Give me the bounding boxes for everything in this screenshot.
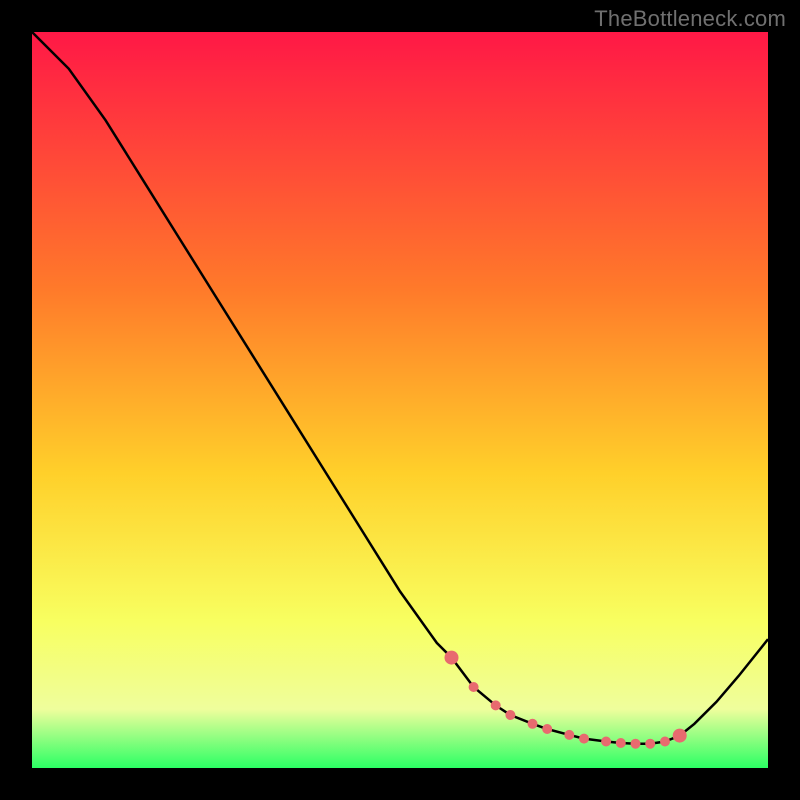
chart-stage: TheBottleneck.com [0, 0, 800, 800]
marker-dot [579, 734, 589, 744]
marker-dot [660, 737, 670, 747]
plot-background [32, 32, 768, 768]
marker-dot [673, 729, 687, 743]
marker-dot [542, 724, 552, 734]
marker-dot [616, 738, 626, 748]
marker-dot [528, 719, 538, 729]
chart-canvas [0, 0, 800, 800]
marker-dot [601, 737, 611, 747]
marker-dot [645, 739, 655, 749]
marker-dot [469, 682, 479, 692]
marker-dot [505, 710, 515, 720]
marker-dot [564, 730, 574, 740]
marker-dot [631, 739, 641, 749]
marker-dot [491, 700, 501, 710]
marker-dot [445, 651, 459, 665]
